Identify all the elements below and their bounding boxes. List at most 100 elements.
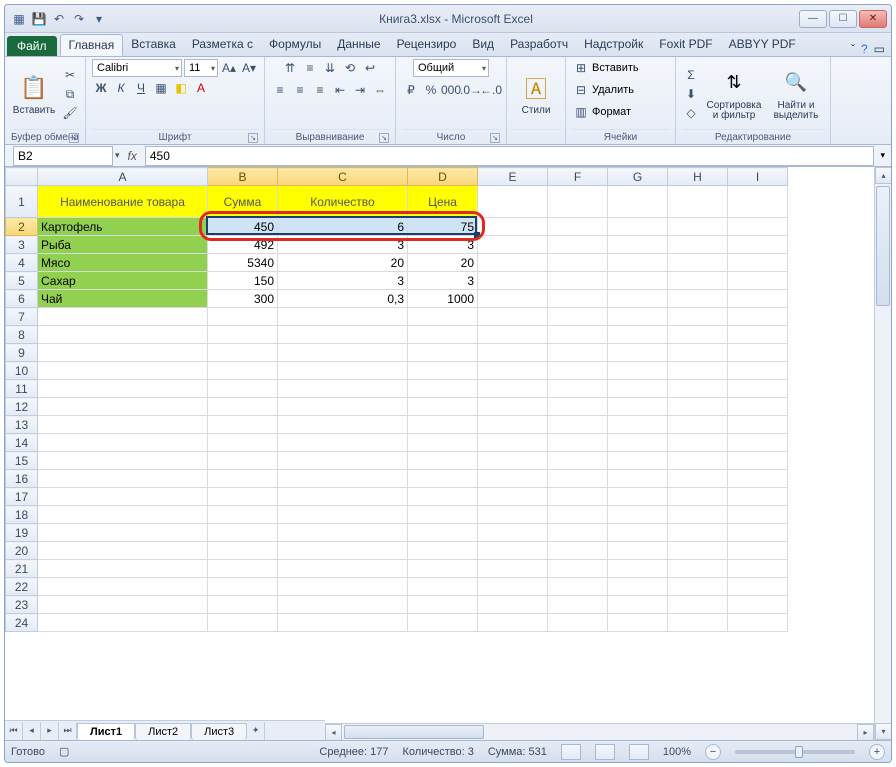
cell-C8[interactable] bbox=[278, 326, 408, 344]
cell-B10[interactable] bbox=[208, 362, 278, 380]
cell-I2[interactable] bbox=[728, 218, 788, 236]
sheet-tab-1[interactable]: Лист2 bbox=[135, 723, 191, 740]
col-header-D[interactable]: D bbox=[408, 168, 478, 186]
orientation-icon[interactable]: ⟲ bbox=[341, 59, 359, 77]
border-icon[interactable]: ▦ bbox=[152, 79, 170, 97]
cell-I5[interactable] bbox=[728, 272, 788, 290]
row-header-14[interactable]: 14 bbox=[6, 434, 38, 452]
row-header-23[interactable]: 23 bbox=[6, 596, 38, 614]
cell-G3[interactable] bbox=[608, 236, 668, 254]
cell-H17[interactable] bbox=[668, 488, 728, 506]
cell-A10[interactable] bbox=[38, 362, 208, 380]
ribbon-tab-7[interactable]: Разработч bbox=[502, 34, 576, 56]
cell-G7[interactable] bbox=[608, 308, 668, 326]
cell-I18[interactable] bbox=[728, 506, 788, 524]
ribbon-tab-5[interactable]: Рецензиро bbox=[389, 34, 465, 56]
cell-F7[interactable] bbox=[548, 308, 608, 326]
cell-H23[interactable] bbox=[668, 596, 728, 614]
cell-B15[interactable] bbox=[208, 452, 278, 470]
cell-E18[interactable] bbox=[478, 506, 548, 524]
cell-A12[interactable] bbox=[38, 398, 208, 416]
cell-C22[interactable] bbox=[278, 578, 408, 596]
grow-font-icon[interactable]: A▴ bbox=[220, 59, 238, 77]
redo-icon[interactable]: ↷ bbox=[71, 11, 87, 27]
row-header-8[interactable]: 8 bbox=[6, 326, 38, 344]
cell-F14[interactable] bbox=[548, 434, 608, 452]
cell-F18[interactable] bbox=[548, 506, 608, 524]
cell-A21[interactable] bbox=[38, 560, 208, 578]
cell-F15[interactable] bbox=[548, 452, 608, 470]
select-all-corner[interactable] bbox=[6, 168, 38, 186]
cell-D3[interactable]: 3 bbox=[408, 236, 478, 254]
increase-decimal-icon[interactable]: .0→ bbox=[462, 81, 480, 99]
cell-I22[interactable] bbox=[728, 578, 788, 596]
row-header-4[interactable]: 4 bbox=[6, 254, 38, 272]
find-select-button[interactable]: 🔍 Найти и выделить bbox=[768, 67, 824, 122]
cell-C7[interactable] bbox=[278, 308, 408, 326]
cell-B5[interactable]: 150 bbox=[208, 272, 278, 290]
delete-cell-icon[interactable]: ⊟ bbox=[572, 81, 590, 99]
row-header-9[interactable]: 9 bbox=[6, 344, 38, 362]
format-cell-icon[interactable]: ▥ bbox=[572, 103, 590, 121]
cell-B22[interactable] bbox=[208, 578, 278, 596]
font-color-icon[interactable]: A bbox=[192, 79, 210, 97]
cell-H22[interactable] bbox=[668, 578, 728, 596]
cell-F21[interactable] bbox=[548, 560, 608, 578]
align-bottom-icon[interactable]: ⇊ bbox=[321, 59, 339, 77]
row-header-24[interactable]: 24 bbox=[6, 614, 38, 632]
name-box[interactable]: B2 bbox=[13, 146, 113, 166]
horizontal-scrollbar[interactable]: ◂ ▸ bbox=[325, 723, 874, 740]
cell-H4[interactable] bbox=[668, 254, 728, 272]
cell-G24[interactable] bbox=[608, 614, 668, 632]
cell-C21[interactable] bbox=[278, 560, 408, 578]
scroll-down-icon[interactable]: ▾ bbox=[875, 723, 891, 740]
ribbon-tab-2[interactable]: Разметка с bbox=[184, 34, 261, 56]
cell-F12[interactable] bbox=[548, 398, 608, 416]
cell-C20[interactable] bbox=[278, 542, 408, 560]
cell-I7[interactable] bbox=[728, 308, 788, 326]
col-header-F[interactable]: F bbox=[548, 168, 608, 186]
cell-A19[interactable] bbox=[38, 524, 208, 542]
insert-cell-icon[interactable]: ⊞ bbox=[572, 59, 590, 77]
file-tab[interactable]: Файл bbox=[7, 36, 57, 56]
expand-formula-icon[interactable]: ▾ bbox=[874, 150, 891, 161]
cell-F11[interactable] bbox=[548, 380, 608, 398]
cell-I3[interactable] bbox=[728, 236, 788, 254]
cell-D23[interactable] bbox=[408, 596, 478, 614]
cell-A11[interactable] bbox=[38, 380, 208, 398]
hscroll-thumb[interactable] bbox=[344, 725, 484, 739]
cell-A23[interactable] bbox=[38, 596, 208, 614]
minimize-button[interactable]: — bbox=[799, 10, 827, 28]
cell-G6[interactable] bbox=[608, 290, 668, 308]
header-cell[interactable]: Сумма bbox=[208, 186, 278, 218]
row-header-12[interactable]: 12 bbox=[6, 398, 38, 416]
cell-I14[interactable] bbox=[728, 434, 788, 452]
view-pagebreak-icon[interactable] bbox=[629, 744, 649, 760]
cell-H15[interactable] bbox=[668, 452, 728, 470]
cell-D6[interactable]: 1000 bbox=[408, 290, 478, 308]
cell-H24[interactable] bbox=[668, 614, 728, 632]
cell-F8[interactable] bbox=[548, 326, 608, 344]
cell-I15[interactable] bbox=[728, 452, 788, 470]
cell-A16[interactable] bbox=[38, 470, 208, 488]
ribbon-tab-4[interactable]: Данные bbox=[329, 34, 388, 56]
col-header-E[interactable]: E bbox=[478, 168, 548, 186]
row-header-7[interactable]: 7 bbox=[6, 308, 38, 326]
fx-icon[interactable]: fx bbox=[120, 149, 145, 163]
zoom-in-icon[interactable]: + bbox=[869, 744, 885, 760]
cell-A13[interactable] bbox=[38, 416, 208, 434]
ribbon-tab-9[interactable]: Foxit PDF bbox=[651, 34, 720, 56]
sort-filter-button[interactable]: ⇅ Сортировка и фильтр bbox=[704, 67, 764, 122]
cell-G9[interactable] bbox=[608, 344, 668, 362]
cell-H18[interactable] bbox=[668, 506, 728, 524]
cell-F4[interactable] bbox=[548, 254, 608, 272]
cell-I8[interactable] bbox=[728, 326, 788, 344]
merge-icon[interactable]: ⇔ bbox=[371, 81, 389, 99]
cell-D20[interactable] bbox=[408, 542, 478, 560]
cell-B18[interactable] bbox=[208, 506, 278, 524]
cell-C18[interactable] bbox=[278, 506, 408, 524]
cell-B23[interactable] bbox=[208, 596, 278, 614]
cell-G18[interactable] bbox=[608, 506, 668, 524]
cell-C3[interactable]: 3 bbox=[278, 236, 408, 254]
cell-C16[interactable] bbox=[278, 470, 408, 488]
